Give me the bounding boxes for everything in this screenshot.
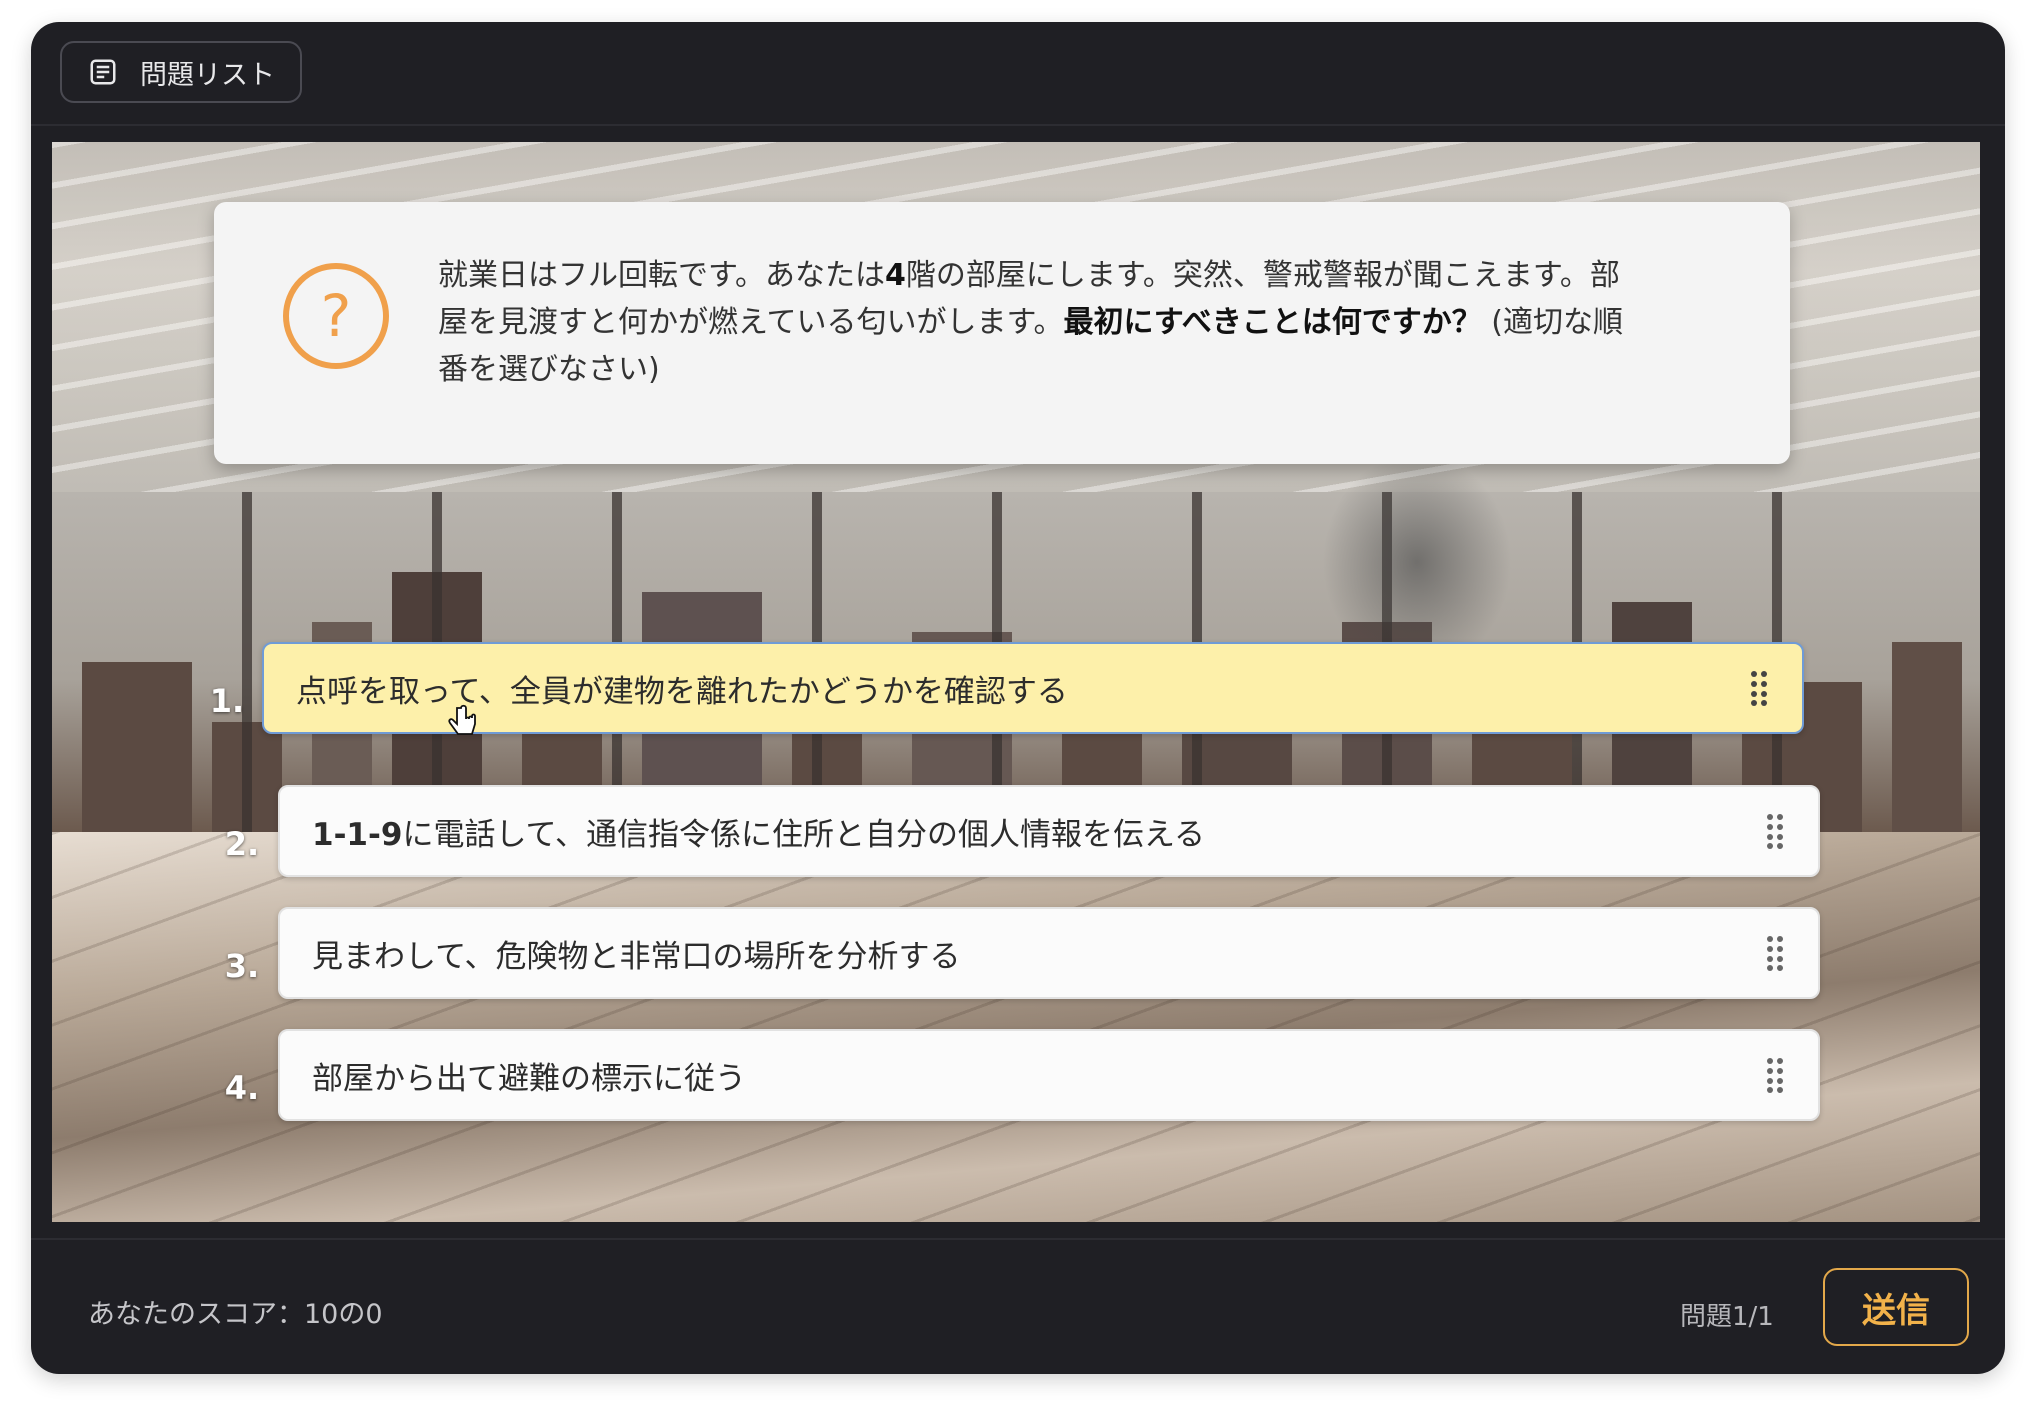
answer-number: 3. [224,947,260,985]
question-circle-icon: ? [283,263,389,369]
smoke-plume [1322,452,1512,672]
answer-number: 2. [224,825,260,863]
top-toolbar: 問題リスト [31,22,2005,126]
answer-option[interactable]: 見まわして、危険物と非常口の場所を分析する [278,907,1820,999]
answer-row: 4. 部屋から出て避難の標示に従う [52,1029,1980,1125]
hand-cursor-icon [448,704,476,735]
office-scene-background: ? 就業日はフル回転です。あなたは4階の部屋にします。突然、警戒警報が聞こえます… [52,142,1980,1222]
footer-bar: あなたのスコア：10の0 問題1/1 送信 [31,1238,2005,1374]
answer-option[interactable]: 1-1-9に電話して、通信指令係に住所と自分の個人情報を伝える [278,785,1820,877]
answer-number: 1. [209,682,245,720]
question-text: 就業日はフル回転です。あなたは4階の部屋にします。突然、警戒警報が聞こえます。部… [438,258,1623,387]
score-text: あなたのスコア：10の0 [88,1299,383,1330]
drag-handle-icon[interactable] [1750,670,1768,706]
answer-number: 4. [224,1069,260,1107]
question-list-label: 問題リスト [140,59,275,91]
list-document-icon [90,59,116,85]
svg-text:?: ? [321,282,352,350]
drag-handle-icon[interactable] [1766,935,1784,971]
answer-label: 見まわして、危険物と非常口の場所を分析する [312,938,961,975]
question-counter: 問題1/1 [1680,1302,1774,1332]
answer-option[interactable]: 部屋から出て避難の標示に従う [278,1029,1820,1121]
answer-label: 1-1-9に電話して、通信指令係に住所と自分の個人情報を伝える [312,816,1206,853]
answer-label: 点呼を取って、全員が建物を離れたかどうかを確認する [296,673,1068,710]
answer-row: 1. 点呼を取って、全員が建物を離れたかどうかを確認する [52,642,1980,738]
quiz-window: 問題リスト ? 就業日はフル回転です。あなたは4階の部屋にします。突然、警戒警報… [31,22,2005,1374]
drag-handle-icon[interactable] [1766,1057,1784,1093]
drag-handle-icon[interactable] [1766,813,1784,849]
answer-row: 2. 1-1-9に電話して、通信指令係に住所と自分の個人情報を伝える [52,785,1980,881]
question-card: ? 就業日はフル回転です。あなたは4階の部屋にします。突然、警戒警報が聞こえます… [214,202,1790,464]
question-list-button[interactable]: 問題リスト [60,41,302,103]
answer-option[interactable]: 点呼を取って、全員が建物を離れたかどうかを確認する [262,642,1804,734]
submit-button[interactable]: 送信 [1823,1268,1969,1346]
answer-label: 部屋から出て避難の標示に従う [312,1060,746,1097]
answer-row: 3. 見まわして、危険物と非常口の場所を分析する [52,907,1980,1003]
